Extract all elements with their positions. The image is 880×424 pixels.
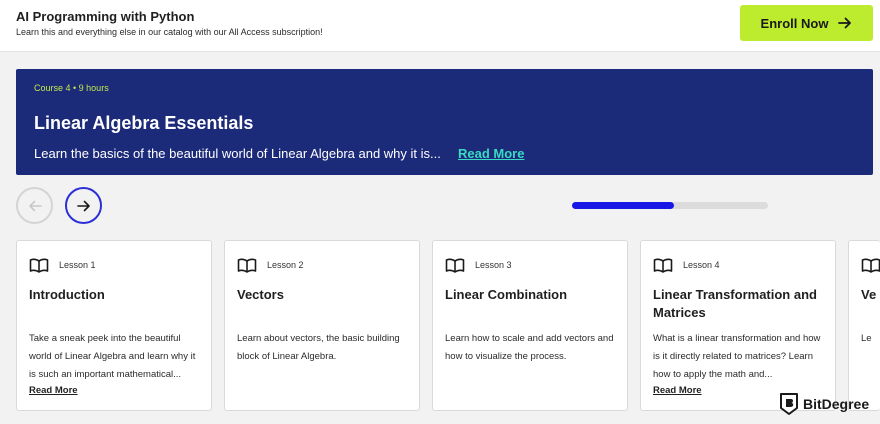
lesson-card[interactable]: Lesson 3 Linear Combination Learn how to… (432, 240, 628, 411)
course-subtitle: Learn this and everything else in our ca… (16, 27, 323, 37)
lesson-title: Ve (861, 287, 877, 302)
lesson-card[interactable]: Ve Le (848, 240, 880, 411)
book-icon (861, 258, 880, 273)
banner-title: Linear Algebra Essentials (34, 113, 254, 133)
lesson-number: Lesson 1 (59, 260, 96, 270)
lesson-description: Learn about vectors, the basic building … (237, 333, 400, 362)
arrow-right-icon (76, 200, 90, 211)
arrow-right-icon (838, 17, 852, 29)
bitdegree-logo: BitDegree (779, 392, 869, 416)
book-icon (29, 258, 49, 273)
lesson-description: Le (861, 333, 872, 344)
lesson-title: Introduction (29, 287, 105, 302)
banner-description: Learn the basics of the beautiful world … (34, 146, 441, 161)
lesson-number: Lesson 3 (475, 260, 512, 270)
lesson-title: Vectors (237, 287, 284, 302)
lesson-card[interactable]: Lesson 1 Introduction Take a sneak peek … (16, 240, 212, 411)
book-icon (653, 258, 673, 273)
lesson-description: Take a sneak peek into the beautiful wor… (29, 333, 196, 380)
book-icon (237, 258, 257, 273)
arrow-left-icon (28, 200, 42, 211)
bitdegree-shield-icon (780, 393, 798, 415)
lesson-card[interactable]: Lesson 2 Vectors Learn about vectors, th… (224, 240, 420, 411)
course-banner: Course 4 • 9 hours Linear Algebra Essent… (16, 69, 873, 175)
lesson-read-more-link[interactable]: Read More (653, 385, 702, 396)
carousel-prev-button[interactable] (16, 187, 53, 224)
lesson-card[interactable]: Lesson 4 Linear Transformation and Matri… (640, 240, 836, 411)
lesson-description: What is a linear transformation and how … (653, 333, 821, 380)
lesson-title: Linear Combination (445, 287, 568, 302)
book-icon (445, 258, 465, 273)
course-header: AI Programming with Python Learn this an… (0, 0, 880, 52)
bitdegree-wordmark: BitDegree (803, 396, 870, 412)
lesson-read-more-link[interactable]: Read More (29, 385, 78, 396)
lesson-description: Learn how to scale and add vectors and h… (445, 333, 614, 362)
enroll-now-label: Enroll Now (760, 15, 829, 31)
lesson-title: Linear Transformation and Matrices (653, 287, 817, 320)
course-meta: Course 4 • 9 hours (34, 83, 109, 93)
carousel-next-button[interactable] (65, 187, 102, 224)
carousel-progress-fill (572, 202, 674, 209)
lesson-number: Lesson 2 (267, 260, 304, 270)
banner-read-more-link[interactable]: Read More (458, 146, 524, 161)
enroll-now-button[interactable]: Enroll Now (740, 5, 873, 41)
course-title: AI Programming with Python (16, 9, 195, 24)
carousel-progress-bar (572, 202, 768, 209)
lesson-number: Lesson 4 (683, 260, 720, 270)
